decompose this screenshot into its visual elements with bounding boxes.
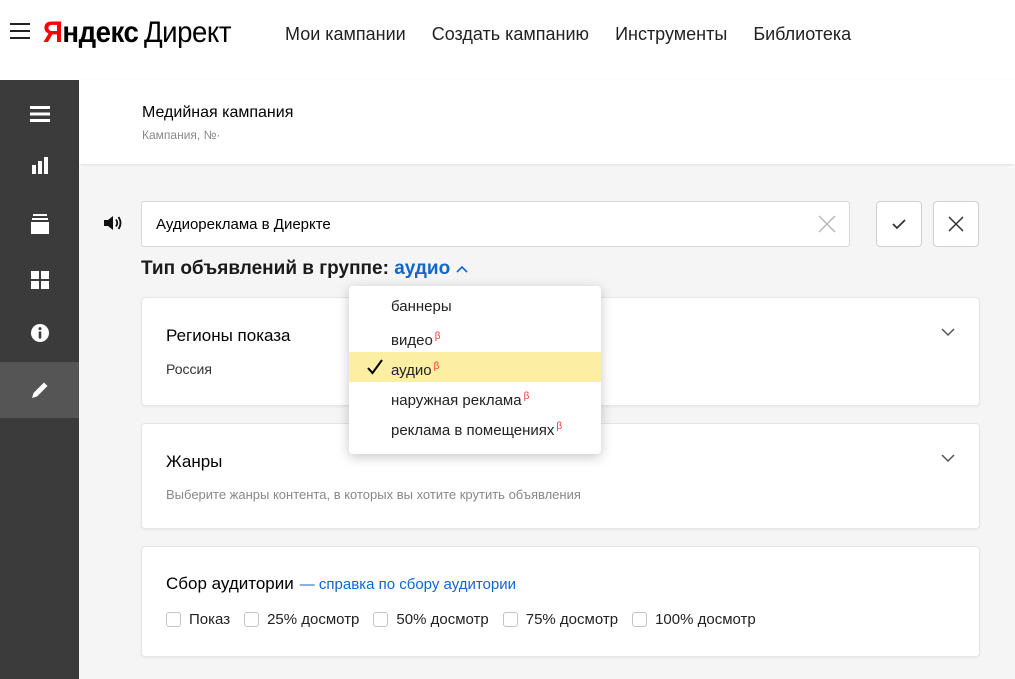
checkbox-box[interactable]: [632, 612, 648, 627]
checkbox-label: 25% досмотр: [267, 611, 360, 628]
checkbox-box[interactable]: [166, 612, 181, 627]
check-icon: [892, 219, 906, 230]
dropdown-item-label: реклама в помещениях: [391, 422, 555, 439]
ad-type-selector[interactable]: аудио: [394, 258, 468, 279]
ad-type-value: аудио: [394, 258, 451, 279]
cancel-button[interactable]: [933, 201, 979, 247]
main-nav: Мои кампании Создать кампанию Инструмент…: [285, 24, 851, 45]
checkbox-label: 50% досмотр: [396, 611, 489, 628]
campaign-header: Медийная кампания Кампания, №·: [79, 80, 1015, 164]
dropdown-item-label: аудио: [391, 362, 432, 379]
genres-title: Жанры: [166, 452, 223, 471]
sidebar-item-library[interactable]: [0, 252, 79, 308]
chevron-down-icon[interactable]: [941, 454, 955, 463]
checkmark-icon: [367, 359, 383, 375]
checkbox-box[interactable]: [373, 612, 389, 627]
beta-badge: β: [434, 331, 441, 342]
dropdown-item-indoor[interactable]: реклама в помещениях β: [349, 412, 601, 442]
dropdown-item-label: баннеры: [391, 298, 452, 315]
chevron-up-icon: [456, 265, 468, 273]
hamburger-menu-icon[interactable]: [10, 22, 30, 40]
beta-badge: β: [523, 391, 530, 402]
logo-ndeks: ндекс: [62, 16, 139, 49]
nav-create-campaign[interactable]: Создать кампанию: [432, 24, 589, 45]
checkbox-label: Показ: [189, 611, 231, 628]
yandex-direct-logo[interactable]: Яндекс Директ: [43, 14, 231, 52]
logo-direct: Директ: [143, 16, 232, 49]
dropdown-item-outdoor[interactable]: наружная реклама β: [349, 382, 601, 412]
checkbox-75[interactable]: 75% досмотр: [502, 611, 619, 628]
checkbox-25[interactable]: 25% досмотр: [244, 611, 359, 628]
audience-title: Сбор аудитории: [166, 574, 294, 593]
left-sidebar: [0, 80, 79, 679]
audience-help-link[interactable]: — справка по сбору аудитории: [300, 576, 516, 593]
confirm-button[interactable]: [876, 201, 922, 247]
ad-type-dropdown: баннеры видео β аудио β наружная реклама β …: [349, 286, 601, 454]
dropdown-item-label: наружная реклама: [391, 392, 522, 409]
ad-group-name-input[interactable]: [141, 201, 850, 247]
chevron-down-icon[interactable]: [941, 328, 955, 337]
nav-tools[interactable]: Инструменты: [615, 24, 727, 45]
sidebar-item-menu[interactable]: [0, 86, 79, 142]
speaker-icon: [104, 216, 122, 230]
beta-badge: β: [433, 361, 440, 372]
checkbox-label: 75% досмотр: [525, 611, 619, 628]
logo-ya: Я: [43, 16, 63, 49]
dropdown-item-audio[interactable]: аудио β: [349, 352, 601, 382]
audience-title-row: Сбор аудитории — справка по сбору аудитор…: [166, 574, 516, 594]
layers-icon: [30, 214, 49, 234]
info-icon: [30, 324, 49, 342]
stats-icon: [31, 157, 48, 174]
menu-icon: [29, 106, 50, 122]
checkbox-100[interactable]: 100% досмотр: [632, 611, 756, 628]
dropdown-item-banners[interactable]: баннеры: [349, 292, 601, 322]
top-bar: Яндекс Директ Мои кампании Создать кампан…: [0, 0, 1015, 70]
clear-input-icon[interactable]: [816, 213, 838, 235]
nav-my-campaigns[interactable]: Мои кампании: [285, 24, 406, 45]
dropdown-item-label: видео: [391, 332, 433, 349]
campaign-number: Кампания, №·: [142, 128, 221, 142]
sidebar-item-stats[interactable]: [0, 138, 79, 194]
checkbox-show[interactable]: Показ: [166, 611, 230, 628]
regions-title: Регионы показа: [166, 326, 291, 345]
campaign-title: Медийная кампания: [142, 104, 294, 121]
checkbox-50[interactable]: 50% досмотр: [373, 611, 489, 628]
dropdown-item-video[interactable]: видео β: [349, 322, 601, 352]
close-icon: [948, 216, 964, 232]
nav-library[interactable]: Библиотека: [753, 24, 851, 45]
ad-type-line: Тип объявлений в группе: аудио: [141, 258, 468, 280]
grid-icon: [30, 271, 49, 289]
sidebar-item-edit[interactable]: [0, 362, 79, 418]
ad-type-label: Тип объявлений в группе:: [141, 258, 389, 279]
regions-value: Россия: [166, 361, 212, 377]
checkbox-box[interactable]: [244, 612, 260, 627]
beta-badge: β: [556, 421, 563, 432]
sidebar-item-info[interactable]: [0, 305, 79, 361]
sidebar-item-groups[interactable]: [0, 196, 79, 252]
pencil-icon: [31, 382, 47, 398]
audience-checkboxes: Показ 25% досмотр 50% досмотр 75% досмот…: [166, 611, 770, 628]
genres-hint: Выберите жанры контента, в которых вы хо…: [166, 487, 581, 502]
checkbox-label: 100% досмотр: [655, 611, 756, 628]
audience-card: Сбор аудитории — справка по сбору аудитор…: [141, 546, 980, 657]
checkbox-box[interactable]: [502, 612, 518, 627]
